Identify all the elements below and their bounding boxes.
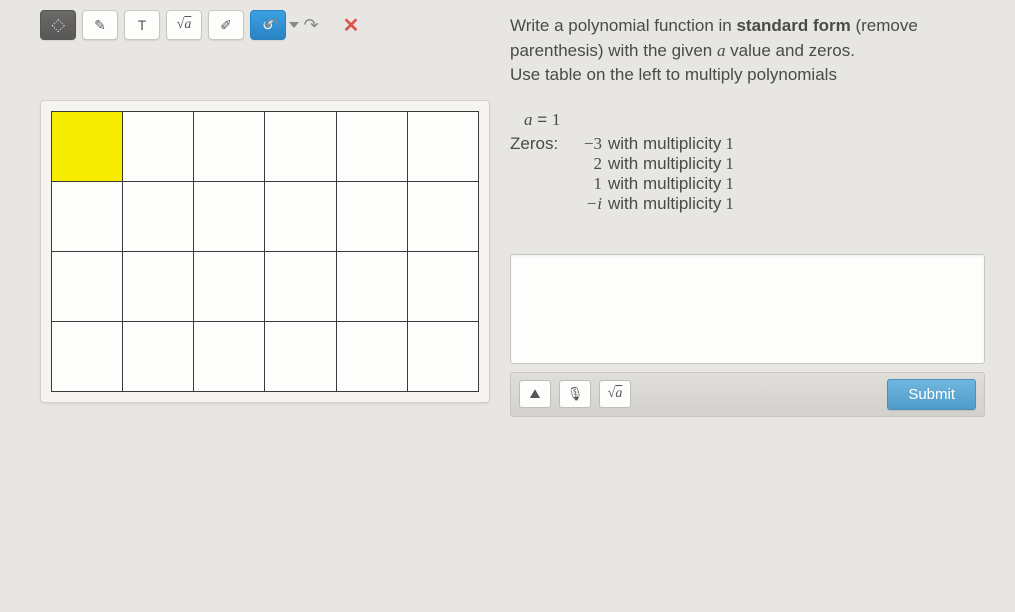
image-icon: ⛰: [530, 386, 541, 402]
pencil-icon: ✎: [94, 17, 106, 34]
zero-value: −3: [570, 134, 602, 154]
table-cell[interactable]: [52, 322, 123, 392]
multiply-table-panel: [40, 100, 490, 403]
text-icon: T: [138, 17, 147, 33]
table-cell[interactable]: [52, 252, 123, 322]
submit-button[interactable]: Submit: [887, 379, 976, 410]
given-values: a = 1 Zeros: −3with multiplicity1 2with …: [510, 110, 985, 214]
prompt-text: Write a polynomial function in: [510, 16, 736, 35]
table-cell[interactable]: [123, 112, 194, 182]
table-row: [52, 322, 479, 392]
table-cell[interactable]: [265, 182, 336, 252]
prompt-text: value and zeros.: [725, 41, 854, 60]
pencil-tool[interactable]: ✎: [82, 10, 118, 40]
table-cell[interactable]: [265, 112, 336, 182]
prompt-bold: standard form: [736, 16, 850, 35]
prompt-text: (remove: [851, 16, 918, 35]
table-cell[interactable]: [336, 112, 407, 182]
link-icon: ⬚: [49, 16, 67, 34]
link-tool[interactable]: ⬚: [40, 10, 76, 40]
zeros-label: Zeros:: [510, 134, 570, 214]
zero-row: 2 with multiplicity1: [570, 154, 734, 174]
table-cell[interactable]: [194, 182, 265, 252]
mult-label: with multiplicity: [608, 194, 721, 214]
table-row: [52, 112, 479, 182]
table-cell[interactable]: [265, 252, 336, 322]
mult-label: with multiplicity: [608, 134, 721, 154]
mult-label: with multiplicity: [608, 154, 721, 174]
sqrt-icon: √a: [177, 17, 192, 33]
mult-label: with multiplicity: [608, 174, 721, 194]
a-eq: =: [533, 110, 552, 129]
zero-value: −i: [570, 194, 602, 214]
math-tool[interactable]: √a: [166, 10, 202, 40]
close-button[interactable]: ✕: [340, 14, 362, 36]
table-cell[interactable]: [336, 182, 407, 252]
table-cell[interactable]: [123, 252, 194, 322]
mult-value: 1: [725, 154, 734, 174]
zero-row: −3 with multiplicity1: [570, 134, 734, 154]
table-row: [52, 252, 479, 322]
sqrt-icon: √a: [608, 386, 623, 402]
table-cell[interactable]: [336, 322, 407, 392]
text-tool[interactable]: T: [124, 10, 160, 40]
answer-input[interactable]: [510, 254, 985, 364]
prompt-text: Use table on the left to multiply polyno…: [510, 65, 837, 84]
mult-value: 1: [725, 194, 734, 214]
table-row: [52, 182, 479, 252]
zero-row: −i with multiplicity1: [570, 194, 734, 214]
mic-icon: 🎙: [567, 386, 584, 402]
undo-button[interactable]: ↶: [260, 14, 282, 36]
undo-icon: ↶: [263, 15, 278, 36]
mult-value: 1: [725, 134, 734, 154]
table-cell[interactable]: [194, 322, 265, 392]
math-input-button[interactable]: √a: [599, 380, 631, 408]
eraser-tool[interactable]: ✐: [208, 10, 244, 40]
eraser-icon: ✐: [220, 17, 232, 34]
a-val: 1: [552, 110, 561, 129]
table-cell[interactable]: [123, 322, 194, 392]
zero-value: 2: [570, 154, 602, 174]
multiply-table[interactable]: [51, 111, 479, 392]
table-cell[interactable]: [407, 252, 478, 322]
answer-toolbar: ⛰ 🎙 √a Submit: [510, 372, 985, 417]
table-cell[interactable]: [407, 112, 478, 182]
question-prompt: Write a polynomial function in standard …: [510, 14, 985, 88]
table-cell[interactable]: [194, 112, 265, 182]
close-icon: ✕: [343, 13, 360, 38]
table-cell[interactable]: [265, 322, 336, 392]
redo-icon: ↷: [303, 15, 318, 36]
table-cell[interactable]: [407, 322, 478, 392]
table-cell[interactable]: [336, 252, 407, 322]
zero-row: 1with multiplicity1: [570, 174, 734, 194]
table-cell[interactable]: [52, 182, 123, 252]
table-cell[interactable]: [52, 112, 123, 182]
redo-button[interactable]: ↷: [300, 14, 322, 36]
zero-value: 1: [570, 174, 602, 194]
table-cell[interactable]: [123, 182, 194, 252]
mult-value: 1: [725, 174, 734, 194]
table-cell[interactable]: [194, 252, 265, 322]
a-label: a: [524, 110, 533, 129]
image-button[interactable]: ⛰: [519, 380, 551, 408]
table-cell[interactable]: [407, 182, 478, 252]
prompt-text: parenthesis) with the given: [510, 41, 717, 60]
mic-button[interactable]: 🎙: [559, 380, 591, 408]
